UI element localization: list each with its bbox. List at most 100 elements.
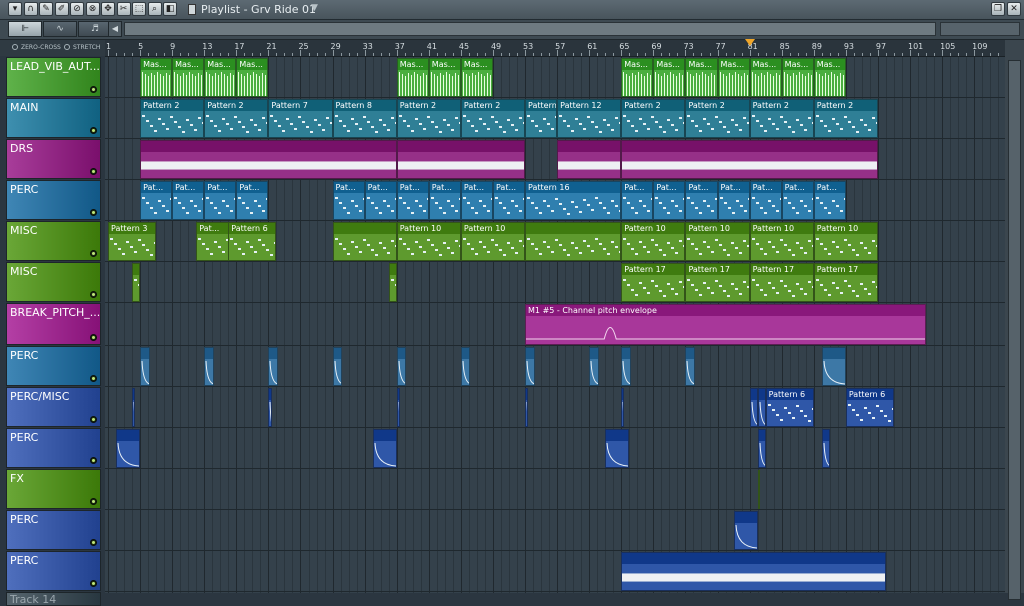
playlist-clip[interactable] [685,347,695,386]
timeline-ruler[interactable]: 1591317212529333741454953576165697377818… [105,40,1005,57]
playlist-clip[interactable] [589,347,599,386]
playlist-clip[interactable] [758,470,760,509]
stretch-radio[interactable] [64,44,70,50]
track-enable-led[interactable] [90,86,97,93]
playlist-clip[interactable]: Pat... [685,181,717,220]
vertical-scroll-thumb[interactable] [1008,60,1021,600]
tab-patterns[interactable]: ⊩ [8,21,42,37]
playlist-clip[interactable]: Pattern 10 [685,222,749,261]
playlist-clip[interactable] [461,347,471,386]
playback-tool-button[interactable]: ◧ [163,2,177,16]
track-enable-led[interactable] [90,498,97,505]
playlist-clip[interactable] [397,140,525,179]
playlist-clip[interactable] [204,347,214,386]
playlist-clip[interactable]: Pattern 12 [557,99,621,138]
menu-arrow-tool-button[interactable]: ▾ [8,2,22,16]
playlist-clip[interactable] [621,388,624,427]
horizontal-scrollbar[interactable] [124,22,936,36]
playlist-clip[interactable] [621,552,886,591]
playlist-clip[interactable]: Pattern 6 [228,222,276,261]
playlist-clip[interactable]: Pattern 17 [814,263,878,302]
zoom-scrollbar[interactable] [940,22,1020,36]
playlist-clip[interactable] [389,263,397,302]
playlist-clip[interactable] [525,222,621,261]
playlist-clip[interactable]: Pat... [429,181,461,220]
track-header[interactable]: PERC/MISC [6,387,101,427]
playlist-clip[interactable]: Pattern 2 [685,99,749,138]
playlist-clip[interactable]: Pat... [333,181,365,220]
playlist-clip[interactable]: Pattern 6 [846,388,894,427]
playlist-clip[interactable]: Pat... [140,181,172,220]
track-enable-led[interactable] [90,168,97,175]
track-enable-led[interactable] [90,127,97,134]
track-header[interactable]: DRS [6,139,101,179]
track-enable-led[interactable] [90,250,97,257]
playlist-clip[interactable]: Mas... [814,58,846,97]
playlist-clip[interactable]: Pattern 10 [397,222,461,261]
playlist-clip[interactable] [621,347,631,386]
playlist-clip[interactable]: Mas... [718,58,750,97]
track-header[interactable]: Track 14 [6,592,101,606]
vertical-scrollbar[interactable] [1005,40,1024,593]
playlist-clip[interactable] [397,347,407,386]
playlist-clip[interactable] [268,347,278,386]
playlist-clip[interactable]: Pattern 7 [268,99,332,138]
playlist-clip[interactable] [333,347,343,386]
playlist-clip[interactable]: Pat... [750,181,782,220]
playlist-clip[interactable]: Pattern 2 [750,99,814,138]
track-enable-led[interactable] [90,209,97,216]
playlist-clip[interactable] [140,347,150,386]
playlist-clip[interactable]: Mas... [750,58,782,97]
playlist-clip[interactable] [525,388,528,427]
playlist-clip[interactable]: Mas... [429,58,461,97]
playlist-clip[interactable]: Pat... [397,181,429,220]
magnet-tool-button[interactable]: ∩ [24,2,38,16]
playlist-clip[interactable]: Pattern 2 [525,99,557,138]
playlist-clip[interactable]: Mas... [172,58,204,97]
track-header[interactable]: PERC [6,180,101,220]
track-enable-led[interactable] [90,416,97,423]
track-header[interactable]: PERC [6,510,101,550]
playlist-clip[interactable] [822,347,846,386]
playlist-clip[interactable]: M1 #5 - Channel pitch envelope [525,304,926,345]
playlist-clip[interactable]: Mas... [461,58,493,97]
tab-automation[interactable]: ∿ [43,21,77,37]
playlist-clip[interactable]: Pat... [493,181,525,220]
playlist-clip[interactable]: Mas... [204,58,236,97]
playlist-clip[interactable]: Pat... [172,181,204,220]
playlist-clip[interactable]: Pattern 2 [204,99,268,138]
playlist-clip[interactable]: Pattern 2 [140,99,204,138]
playlist-clip[interactable]: Pattern 10 [621,222,685,261]
playlist-clip[interactable]: Pat... [782,181,814,220]
slip-tool-button[interactable]: ✥ [101,2,115,16]
track-header[interactable]: PERC [6,346,101,386]
playlist-clip[interactable] [373,429,397,468]
playlist-clip[interactable]: Pat... [365,181,397,220]
playlist-clip[interactable] [333,222,397,261]
playlist-clip[interactable]: Pat... [236,181,268,220]
playlist-clip[interactable]: Mas... [140,58,172,97]
track-header[interactable]: FX [6,469,101,509]
playlist-clip[interactable]: Mas... [621,58,653,97]
zero-cross-radio[interactable] [12,44,18,50]
playlist-clip[interactable] [132,388,135,427]
track-header[interactable]: MISC [6,221,101,261]
playlist-clip[interactable] [621,140,878,179]
playlist-clip[interactable]: Pat... [461,181,493,220]
playlist-clip[interactable] [268,388,271,427]
scroll-left-button[interactable]: ◀ [108,21,122,37]
playlist-clip[interactable]: Pattern 17 [750,263,814,302]
track-enable-led[interactable] [90,375,97,382]
playlist-clip[interactable] [557,140,621,179]
playlist-clip[interactable]: Pat... [621,181,653,220]
playlist-clip[interactable]: Pat... [204,181,236,220]
close-window-button[interactable]: ✕ [1007,2,1021,16]
song-position-marker[interactable] [745,39,755,46]
playlist-clip[interactable]: Pattern 2 [814,99,878,138]
playlist-clip[interactable]: Mas... [653,58,685,97]
playlist-clip[interactable] [397,388,400,427]
playlist-clip[interactable]: Pattern 2 [621,99,685,138]
playlist-clip[interactable] [750,388,758,427]
zoom-tool-button[interactable]: ⌕ [148,2,162,16]
track-enable-led[interactable] [90,457,97,464]
